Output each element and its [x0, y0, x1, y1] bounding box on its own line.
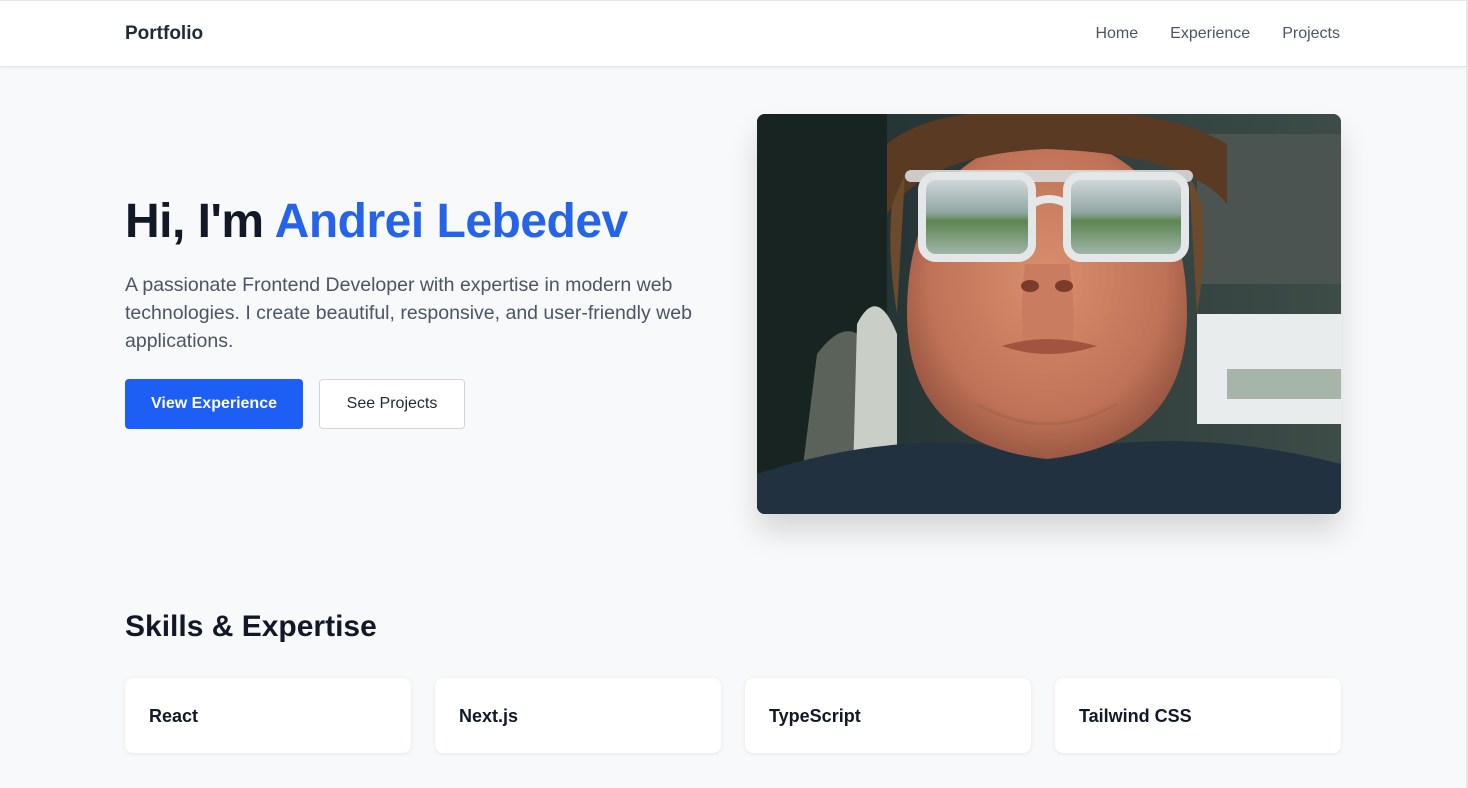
brand-logo[interactable]: Portfolio [125, 23, 203, 45]
hero-name: Andrei Lebedev [274, 195, 629, 248]
top-navbar: Portfolio Home Experience Projects [0, 0, 1466, 67]
nav-link-home[interactable]: Home [1095, 25, 1138, 43]
view-experience-button[interactable]: View Experience [125, 379, 303, 429]
skill-label: TypeScript [769, 706, 861, 726]
skill-label: Tailwind CSS [1079, 706, 1192, 726]
skills-section-title: Skills & Expertise [125, 610, 377, 643]
hero-greeting: Hi, I'm [125, 195, 275, 248]
hero-description: A passionate Frontend Developer with exp… [125, 274, 692, 352]
skill-card-nextjs[interactable]: Next.js [435, 678, 721, 753]
skill-card-react[interactable]: React [125, 678, 411, 753]
nav-link-experience[interactable]: Experience [1170, 25, 1250, 43]
see-projects-button[interactable]: See Projects [319, 379, 465, 429]
skill-card-typescript[interactable]: TypeScript [745, 678, 1031, 753]
hero-title: Hi, I'm Andrei Lebedev [125, 194, 628, 249]
skill-card-tailwind[interactable]: Tailwind CSS [1055, 678, 1341, 753]
nav-links: Home Experience Projects [1095, 25, 1340, 43]
skill-label: React [149, 706, 199, 726]
profile-photo [757, 114, 1341, 514]
nav-link-projects[interactable]: Projects [1282, 25, 1340, 43]
profile-photo-illustration [757, 114, 1341, 514]
skill-label: Next.js [459, 706, 519, 726]
